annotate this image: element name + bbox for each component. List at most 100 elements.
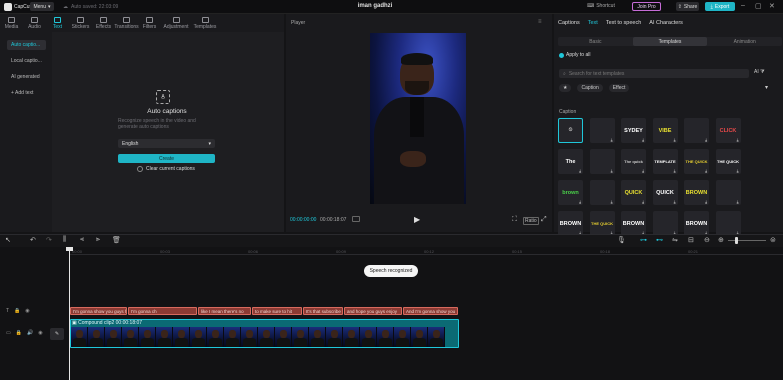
- tab-text[interactable]: Text: [46, 14, 69, 32]
- subtab-animation[interactable]: Animation: [707, 37, 782, 46]
- sidebar-item-ai-generated[interactable]: AI generated: [7, 72, 46, 82]
- favorites-chip[interactable]: ★: [559, 84, 572, 92]
- ai-filter-button[interactable]: AI ⧩: [754, 69, 765, 75]
- template-tile[interactable]: TEMPLATE ⤓: [652, 149, 678, 174]
- tab-media[interactable]: Media: [0, 14, 23, 32]
- template-tile[interactable]: brown ⤓: [558, 180, 583, 205]
- template-tile[interactable]: BROWN ⤓: [558, 211, 583, 236]
- playhead-handle[interactable]: [66, 247, 73, 251]
- tab-adjustment[interactable]: Adjustment: [161, 14, 191, 32]
- shortcut-button[interactable]: ⌨ Shortcut: [587, 3, 615, 9]
- subtab-templates[interactable]: Templates: [632, 37, 708, 46]
- ratio-button[interactable]: Ratio: [523, 217, 539, 225]
- split-left-icon[interactable]: ⫷: [80, 236, 84, 244]
- create-button[interactable]: Create: [118, 154, 215, 163]
- fit-icon[interactable]: ⛶: [512, 216, 517, 224]
- export-button[interactable]: ⤓ Export: [705, 2, 735, 11]
- share-button[interactable]: ⇪ Share: [676, 2, 699, 11]
- eye-icon[interactable]: ◉: [38, 330, 42, 336]
- template-tile[interactable]: ⤓: [589, 118, 615, 143]
- template-tile[interactable]: BROWN ⤓: [621, 211, 646, 236]
- tab-filters[interactable]: Filters: [138, 14, 161, 32]
- template-tile[interactable]: ⤓: [589, 149, 615, 174]
- tab-effects[interactable]: Effects: [92, 14, 115, 32]
- template-tile[interactable]: BROWN ⤓: [684, 211, 709, 236]
- timecode-icon[interactable]: [352, 216, 360, 222]
- effect-chip[interactable]: Effect: [608, 84, 630, 92]
- split-icon[interactable]: ⫼: [63, 236, 66, 244]
- template-tile[interactable]: The quick ⤓: [621, 149, 646, 174]
- template-tile[interactable]: THE QUICK ⤓: [715, 149, 741, 174]
- tab-text-to-speech[interactable]: Text to speech: [606, 20, 641, 26]
- tab-transitions[interactable]: Transitions: [114, 14, 139, 32]
- microphone-icon[interactable]: 🎙: [617, 236, 626, 244]
- caption-clip[interactable]: and hope you guys enjoy: [344, 307, 402, 315]
- template-tile[interactable]: THE QUICK ⤓: [589, 211, 615, 236]
- close-icon[interactable]: ✕: [769, 2, 775, 10]
- lock-icon[interactable]: 🔒: [14, 308, 20, 314]
- maximize-icon[interactable]: ▢: [755, 2, 762, 10]
- template-tile[interactable]: VIBE ⤓: [652, 118, 678, 143]
- preview-axis-icon[interactable]: ⇋: [672, 236, 678, 244]
- tab-audio[interactable]: Audio: [23, 14, 46, 32]
- template-tile[interactable]: ⦸: [558, 118, 583, 143]
- template-tile[interactable]: CLICK ⤓: [715, 118, 741, 143]
- template-tile[interactable]: ⤓: [715, 211, 741, 236]
- fullscreen-icon[interactable]: ⤢: [541, 216, 547, 224]
- menu-icon[interactable]: ≡: [538, 19, 542, 25]
- zoom-in-icon[interactable]: ⊕: [718, 236, 724, 244]
- tab-text[interactable]: Text: [588, 20, 598, 26]
- template-search-input[interactable]: ⌕ Search for text templates: [559, 69, 749, 78]
- tab-captions[interactable]: Captions: [558, 20, 580, 26]
- template-tile[interactable]: THE QUICK ⤓: [684, 149, 709, 174]
- apply-to-all-toggle[interactable]: Apply to all: [559, 52, 590, 58]
- caption-clip[interactable]: It's that subscribe: [303, 307, 343, 315]
- zoom-slider-handle[interactable]: [735, 237, 738, 244]
- caption-clip[interactable]: And I'm gonna show you: [403, 307, 458, 315]
- link-icon[interactable]: ⊶: [640, 236, 647, 244]
- template-tile[interactable]: ⤓: [684, 118, 709, 143]
- fit-timeline-icon[interactable]: ⊜: [770, 236, 776, 244]
- video-preview[interactable]: [370, 33, 466, 204]
- caption-clip[interactable]: like I mean there's no: [198, 307, 251, 315]
- more-icon[interactable]: ▾: [765, 84, 768, 91]
- split-right-icon[interactable]: ⫸: [96, 236, 100, 244]
- sidebar-item-add-text[interactable]: + Add text: [7, 88, 46, 98]
- tab-ai-characters[interactable]: AI Characters: [649, 20, 683, 26]
- template-tile[interactable]: ⤓: [715, 180, 741, 205]
- clear-captions-option[interactable]: Clear current captions: [137, 166, 195, 172]
- playhead[interactable]: [69, 247, 70, 380]
- template-tile[interactable]: The ⤓: [558, 149, 583, 174]
- lock-icon[interactable]: 🔒: [16, 330, 22, 336]
- minimize-icon[interactable]: –: [741, 2, 745, 9]
- language-select[interactable]: English ▾: [118, 139, 215, 148]
- sidebar-item-auto-captions[interactable]: Auto captio...: [7, 40, 46, 50]
- menu-button[interactable]: Menu ▾: [30, 2, 54, 11]
- cover-button[interactable]: ✎: [50, 328, 64, 340]
- select-tool-icon[interactable]: ↖: [5, 236, 11, 244]
- template-tile[interactable]: BROWN ⤓: [684, 180, 709, 205]
- caption-clip[interactable]: to make sure to hit: [252, 307, 302, 315]
- redo-icon[interactable]: ↷: [46, 236, 52, 244]
- caption-clip[interactable]: I'm gonna ch: [128, 307, 197, 315]
- delete-icon[interactable]: 🗑: [112, 236, 121, 244]
- tab-stickers[interactable]: Stickers: [69, 14, 92, 32]
- join-pro-button[interactable]: Join Pro: [632, 2, 661, 11]
- caption-chip[interactable]: Caption: [577, 84, 603, 92]
- play-icon[interactable]: ▶: [414, 215, 420, 224]
- template-tile[interactable]: QUICK ⤓: [621, 180, 646, 205]
- audio-icon[interactable]: 🔊: [27, 330, 33, 336]
- template-tile[interactable]: ⤓: [589, 180, 615, 205]
- snap-icon[interactable]: ⊟: [688, 236, 694, 244]
- zoom-out-icon[interactable]: ⊖: [704, 236, 710, 244]
- magnet-icon[interactable]: ⊷: [656, 236, 663, 244]
- template-tile[interactable]: ⤓: [652, 211, 678, 236]
- template-tile[interactable]: SYDEY ⤓: [621, 118, 646, 143]
- zoom-slider[interactable]: [728, 240, 766, 241]
- template-tile[interactable]: QUICK ⤓: [652, 180, 678, 205]
- sidebar-item-local-captions[interactable]: Local captio...: [7, 56, 46, 66]
- caption-clip[interactable]: I'm gonna show you guys how: [70, 307, 127, 315]
- subtab-basic[interactable]: Basic: [558, 37, 633, 46]
- undo-icon[interactable]: ↶: [30, 236, 36, 244]
- tab-templates[interactable]: Templates: [191, 14, 219, 32]
